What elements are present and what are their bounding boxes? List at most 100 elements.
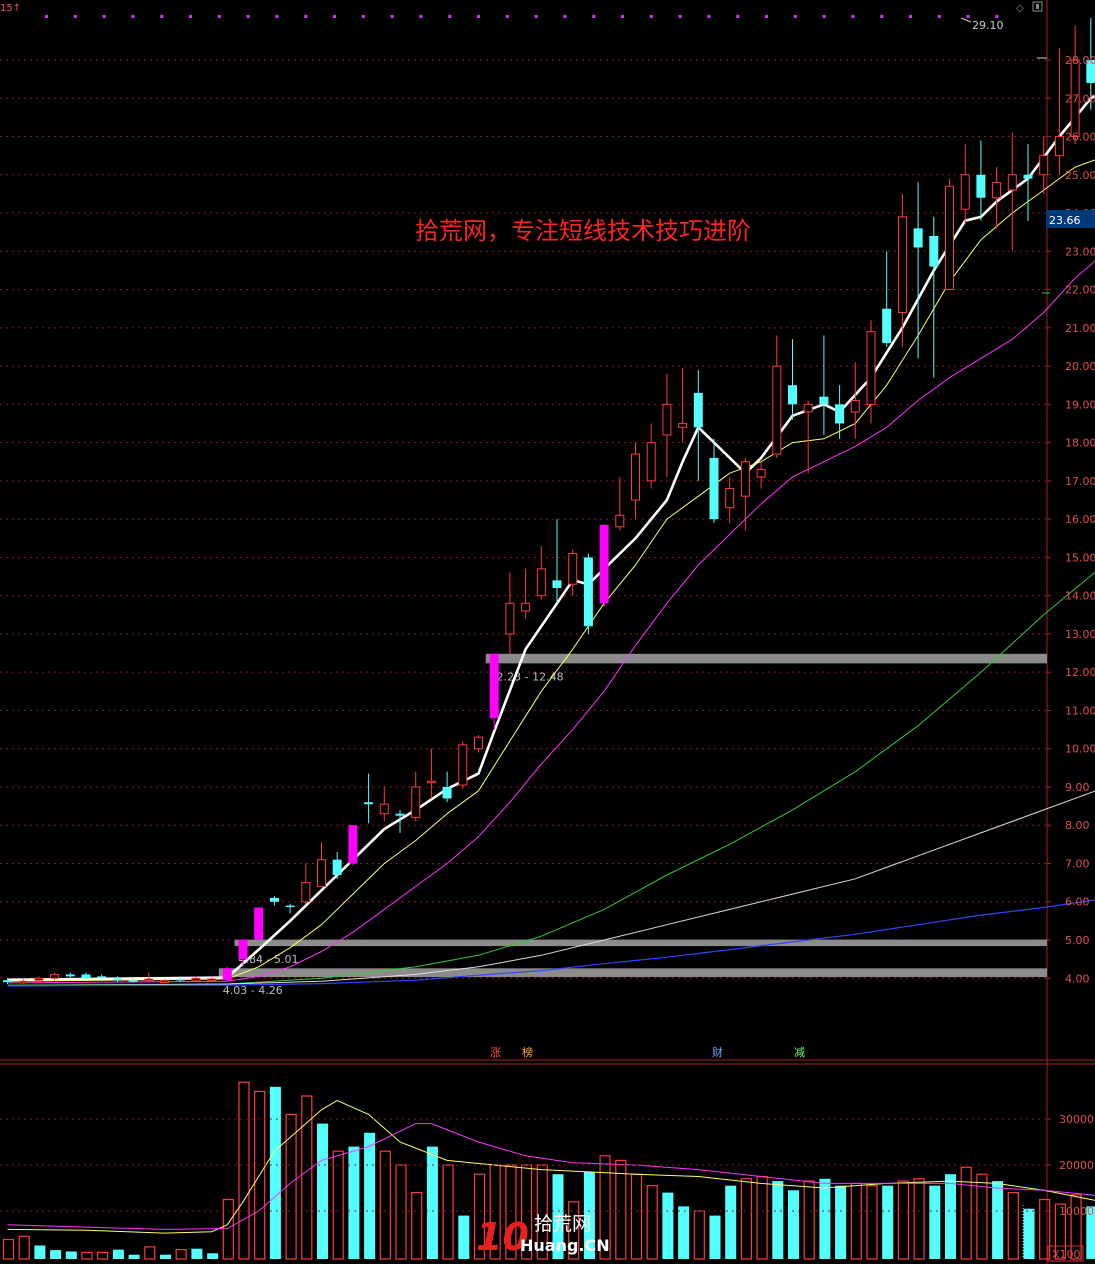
top-dot-marker [966, 15, 970, 18]
volume-bar [1023, 1208, 1035, 1259]
candle-body [599, 524, 609, 604]
volume-bar [458, 1215, 470, 1259]
event-marker-jian: 减 [794, 1046, 805, 1059]
candle-body [945, 185, 954, 291]
candle-body [662, 403, 672, 436]
candle-body [1054, 136, 1064, 157]
top-dot-marker [707, 15, 711, 18]
price-tick-label: 16.00 [1065, 513, 1095, 526]
site-logo: 10 拾荒网 Huang.CN [476, 1213, 610, 1259]
event-marker-bang: 榜 [522, 1045, 533, 1059]
price-tick-label: 4.00 [1065, 972, 1090, 985]
volume-bar [191, 1248, 203, 1259]
candle-body [348, 825, 358, 864]
logo-line2: Huang.CN [520, 1236, 610, 1255]
event-marker-zhang: 涨 [490, 1046, 501, 1059]
candle-body [285, 905, 295, 908]
volume-bar [50, 1250, 62, 1259]
volume-bar [819, 1178, 831, 1259]
support-zone-label: 4.03 - 4.26 [223, 984, 283, 997]
volume-bar [662, 1192, 674, 1259]
candle-body [960, 174, 970, 210]
top-dot-marker [102, 15, 106, 18]
price-tick-label: 20.00 [1065, 360, 1095, 373]
top-dot-marker [189, 15, 192, 18]
volume-bar [945, 1174, 956, 1259]
candle-body [81, 974, 91, 979]
candle-body [34, 977, 44, 981]
top-dot-marker [304, 15, 308, 18]
scroll-handle-icon[interactable] [1036, 4, 1039, 9]
price-tick-label: 19.00 [1065, 398, 1095, 411]
stock-chart: 12.23 - 12.484.84 - 5.014.03 - 4.26 4.00… [0, 0, 1095, 1264]
candle-body [835, 404, 845, 424]
volume-bar [207, 1253, 219, 1259]
candle-body [913, 228, 923, 248]
volume-bar [269, 1086, 281, 1259]
candle-body [144, 978, 154, 982]
candle-body [646, 442, 656, 482]
price-tick-label: 9.00 [1065, 781, 1090, 794]
volume-unit-badge: X100 [1047, 1245, 1084, 1262]
top-dot-marker [765, 15, 768, 18]
price-tick-label: 6.00 [1065, 896, 1090, 909]
price-tick-label: 13.00 [1065, 628, 1095, 641]
volume-tick-label: 20000 [1059, 1159, 1094, 1172]
top-dot-marker [937, 15, 941, 18]
candle-body [97, 976, 107, 978]
candle-body [521, 602, 531, 612]
top-dot-marker [909, 15, 912, 18]
candle-body [756, 468, 766, 478]
candle-body [489, 653, 499, 719]
price-tick-label: 8.00 [1065, 819, 1090, 832]
volume-bar [678, 1206, 690, 1259]
price-tick-label: 23.00 [1065, 245, 1095, 258]
candle-body [631, 453, 640, 501]
candle-body [207, 978, 217, 982]
candle-body [740, 461, 750, 497]
top-dot-marker [736, 15, 740, 18]
candle-body [50, 973, 60, 979]
support-zone-band [485, 653, 1047, 664]
high-label: 29.10 [972, 19, 1004, 32]
price-tick-label: 27.00 [1065, 92, 1095, 105]
price-tick-label: 5.00 [1065, 934, 1090, 947]
price-tick-label: 11.00 [1065, 704, 1095, 717]
logo-line1: 拾荒网 [534, 1213, 591, 1235]
price-tag-text: 23.66 [1049, 214, 1081, 227]
candle-body [458, 744, 468, 786]
top-dot-marker [563, 15, 567, 18]
volume-bar [835, 1185, 847, 1259]
price-tick-label: 28.00 [1065, 54, 1095, 67]
candle-body [18, 980, 28, 984]
candle-body [850, 400, 860, 413]
candle-body [3, 980, 12, 983]
top-dot-marker [678, 15, 682, 18]
candle-body [583, 557, 593, 627]
top-dot-marker [73, 15, 77, 18]
volume-bar [772, 1181, 784, 1259]
price-tick-label: 15.00 [1065, 551, 1095, 564]
candle-body [772, 365, 782, 455]
volume-bar [160, 1254, 171, 1259]
candle-body [128, 980, 138, 982]
top-dot-marker [880, 15, 884, 18]
candle-body [112, 978, 122, 981]
candle-body [929, 236, 939, 267]
volume-bar [112, 1249, 124, 1259]
price-tick-label: 22.00 [1065, 284, 1095, 297]
top-dot-marker [534, 15, 538, 18]
candle-body [474, 736, 483, 750]
volume-bar [348, 1146, 360, 1259]
candle-body [379, 803, 389, 815]
top-dot-marker [333, 15, 336, 18]
diamond-icon[interactable]: ◇ [1016, 3, 1024, 14]
volume-tick-label: 30000 [1059, 1113, 1094, 1126]
chart-background [0, 0, 1095, 1264]
volume-bar [34, 1245, 46, 1259]
candle-body [317, 859, 326, 887]
stock-chart-stage: 12.23 - 12.48 4.84 - 5.01 4.03 - 4.26 4.00… [0, 0, 1095, 1264]
volume-bar [128, 1254, 140, 1259]
candle-body [175, 979, 185, 981]
top-dot-marker [505, 15, 509, 18]
